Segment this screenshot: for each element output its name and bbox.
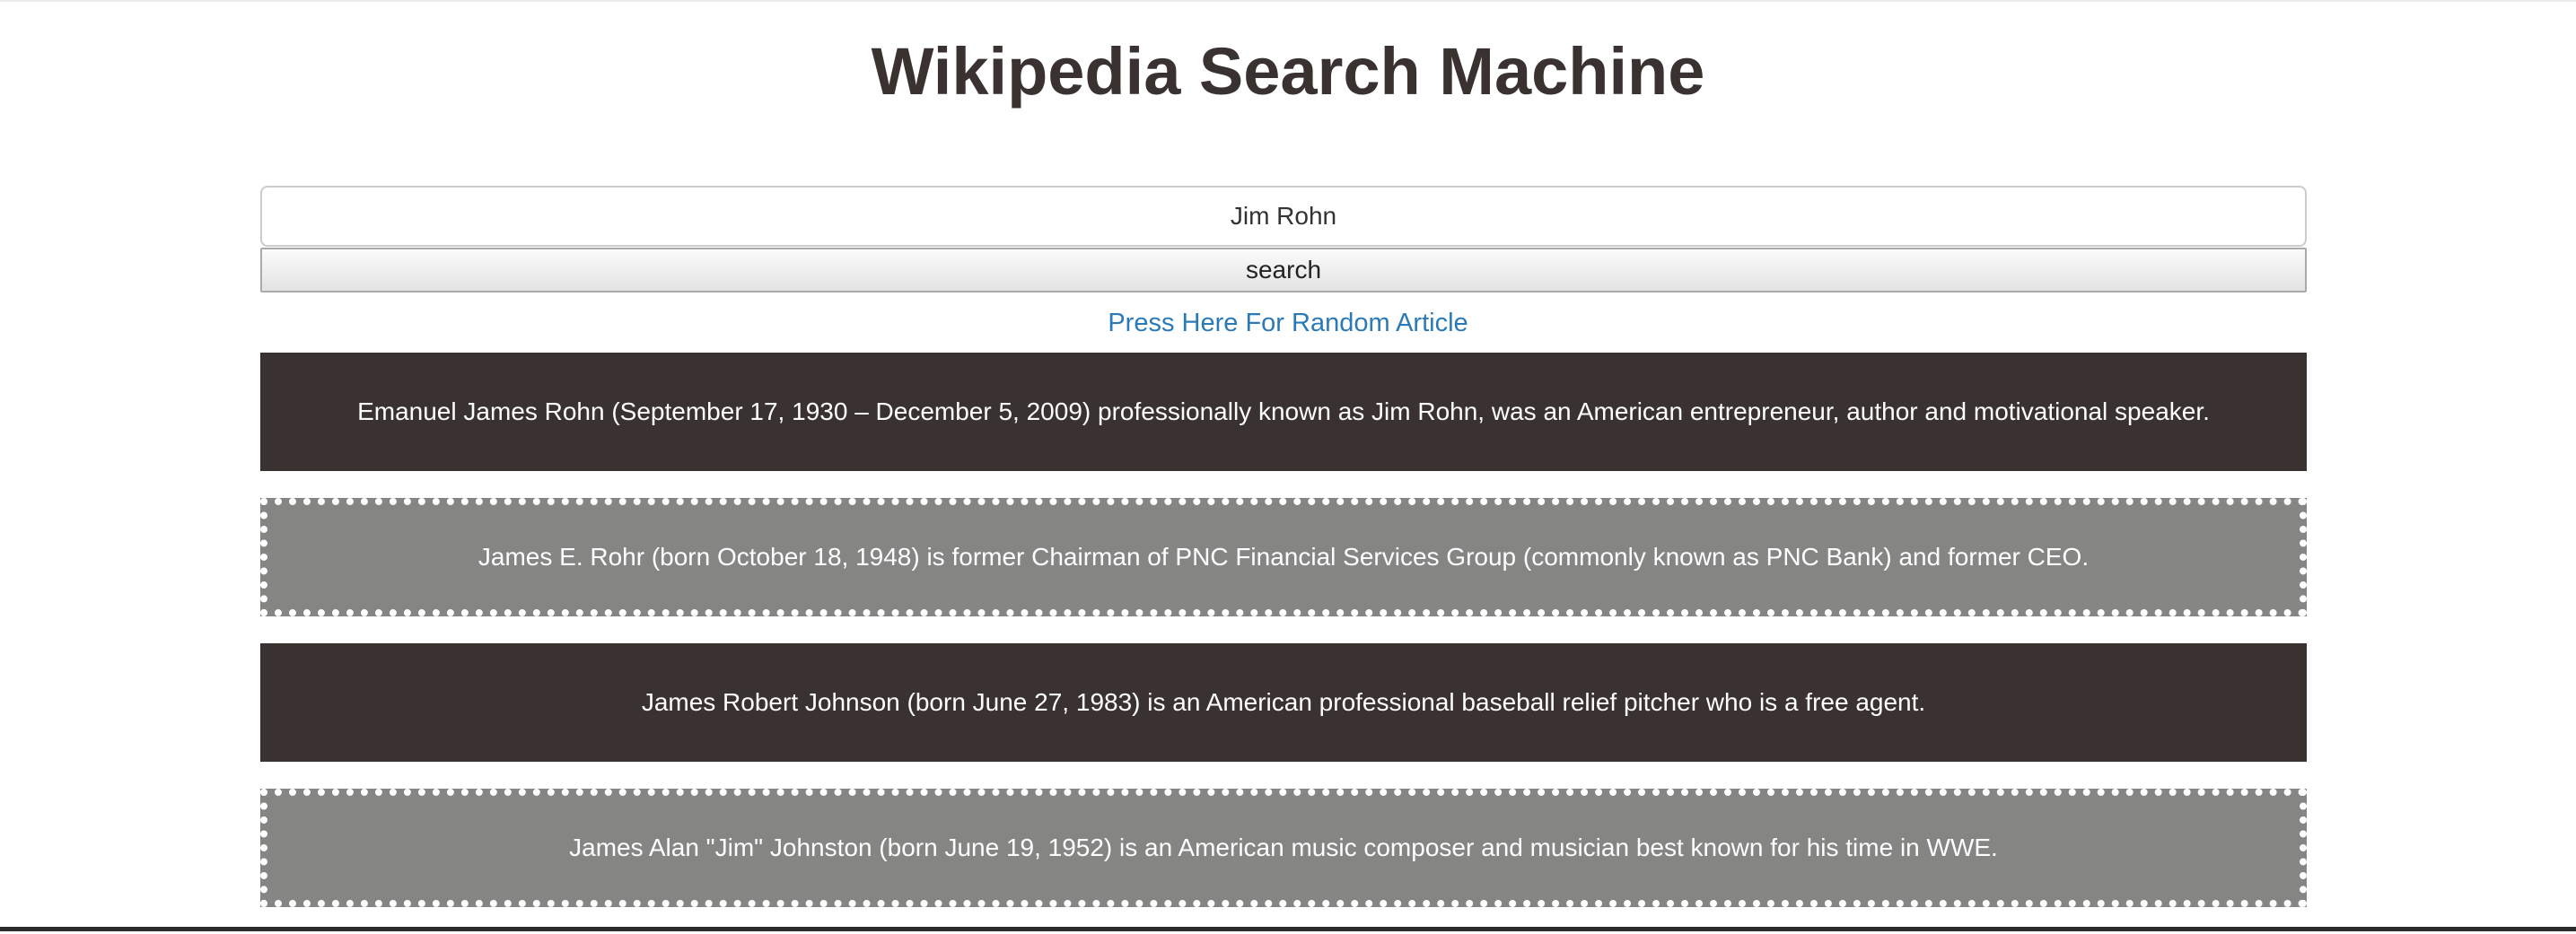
search-input[interactable] xyxy=(260,186,2307,247)
result-text: James Alan "Jim" Johnston (born June 19,… xyxy=(569,834,1998,861)
result-card[interactable]: James Robert Johnson (born June 27, 1983… xyxy=(260,643,2307,762)
top-divider xyxy=(0,0,2576,2)
result-card[interactable]: Emanuel James Rohn (September 17, 1930 –… xyxy=(260,353,2307,471)
bottom-divider xyxy=(0,927,2576,931)
random-article-link[interactable]: Press Here For Random Article xyxy=(0,305,2576,341)
result-text: James E. Rohr (born October 18, 1948) is… xyxy=(478,543,2090,571)
results-list: Emanuel James Rohn (September 17, 1930 –… xyxy=(260,353,2307,934)
page-title: Wikipedia Search Machine xyxy=(871,34,1705,109)
result-card[interactable]: James E. Rohr (born October 18, 1948) is… xyxy=(260,498,2307,616)
result-text: Emanuel James Rohn (September 17, 1930 –… xyxy=(357,397,2210,425)
search-button[interactable]: search xyxy=(260,248,2307,292)
result-text: James Robert Johnson (born June 27, 1983… xyxy=(641,688,1926,716)
result-card[interactable]: James Alan "Jim" Johnston (born June 19,… xyxy=(260,789,2307,907)
